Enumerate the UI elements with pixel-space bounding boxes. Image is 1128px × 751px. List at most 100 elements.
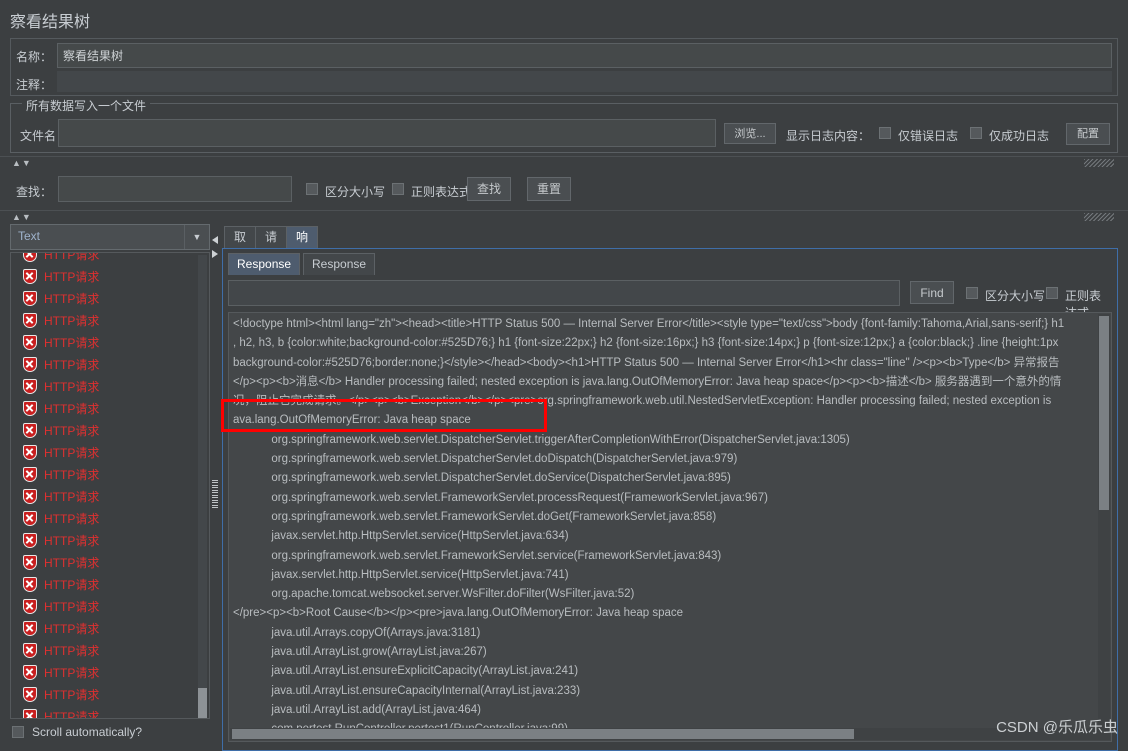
tree-item-http-request[interactable]: HTTP请求 xyxy=(11,398,199,420)
tree-item-http-request[interactable]: HTTP请求 xyxy=(11,618,199,640)
error-shield-icon xyxy=(23,577,37,592)
tree-item-http-request[interactable]: HTTP请求 xyxy=(11,596,199,618)
tree-item-http-request[interactable]: HTTP请求 xyxy=(11,574,199,596)
tab-3[interactable]: 响应数据 xyxy=(286,226,319,307)
split-grip-icon[interactable] xyxy=(212,480,218,510)
tab-1[interactable]: 取样器结果 xyxy=(224,226,257,328)
tree-item-http-request[interactable]: HTTP请求 xyxy=(11,332,199,354)
response-body-text: <!doctype html><html lang="zh"><head><ti… xyxy=(233,318,1065,735)
tree-item-label: HTTP请求 xyxy=(44,252,100,262)
error-shield-icon xyxy=(23,335,37,350)
find-button[interactable]: 查找 xyxy=(467,177,511,201)
error-shield-icon xyxy=(23,621,37,636)
tree-item-http-request[interactable]: HTTP请求 xyxy=(11,354,199,376)
chevron-down-icon[interactable]: ▼ xyxy=(184,225,209,249)
comment-label: 注释： xyxy=(16,78,53,92)
collapse-strip-mid[interactable]: ▲▼ xyxy=(0,210,1128,224)
tree-item-http-request[interactable]: HTTP请求 xyxy=(11,376,199,398)
watermark: CSDN @乐瓜乐虫 xyxy=(996,719,1118,736)
response-case-sensitive-checkbox[interactable] xyxy=(966,287,978,299)
tab-2[interactable]: 请求 xyxy=(255,226,288,265)
tree-item-label: HTTP请求 xyxy=(44,490,100,504)
tree-item-label: HTTP请求 xyxy=(44,270,100,284)
tree-item-label: HTTP请求 xyxy=(44,336,100,350)
configure-button[interactable]: 配置 xyxy=(1066,123,1110,145)
comment-input[interactable] xyxy=(57,71,1112,92)
response-find-input[interactable] xyxy=(228,280,900,306)
split-divider[interactable] xyxy=(211,232,220,751)
filename-input[interactable] xyxy=(58,119,716,147)
renderer-select[interactable]: Text ▼ xyxy=(10,224,210,250)
tree-item-http-request[interactable]: HTTP请求 xyxy=(11,552,199,574)
reset-button[interactable]: 重置 xyxy=(527,177,571,201)
split-collapse-right-icon[interactable] xyxy=(212,250,218,258)
error-shield-icon xyxy=(23,533,37,548)
scroll-automatically-checkbox[interactable] xyxy=(12,726,24,738)
error-shield-icon xyxy=(23,379,37,394)
tree-item-http-request[interactable]: HTTP请求 xyxy=(11,442,199,464)
tree-item-http-request[interactable]: HTTP请求 xyxy=(11,464,199,486)
tree-item-label: HTTP请求 xyxy=(44,666,100,680)
results-tree-scrollbar-thumb[interactable] xyxy=(198,688,207,718)
collapse-arrows-icon[interactable]: ▲▼ xyxy=(12,157,32,170)
response-body-hscrollbar-thumb[interactable] xyxy=(232,729,854,739)
error-shield-icon xyxy=(23,423,37,438)
scroll-automatically-label: Scroll automatically? xyxy=(32,725,143,739)
tree-item-label: HTTP请求 xyxy=(44,468,100,482)
tree-item-http-request[interactable]: HTTP请求 xyxy=(11,486,199,508)
subtab-2[interactable]: Response headers xyxy=(303,253,376,292)
response-body-view[interactable]: <!doctype html><html lang="zh"><head><ti… xyxy=(228,312,1112,742)
tree-item-label: HTTP请求 xyxy=(44,600,100,614)
error-shield-icon xyxy=(23,665,37,680)
error-shield-icon xyxy=(23,489,37,504)
response-regex-checkbox[interactable] xyxy=(1046,287,1058,299)
results-tree[interactable]: HTTP请求 HTTP请求 HTTP请求 HTTP请求 HTTP请求 HTTP请求 HTTP… xyxy=(10,252,210,719)
search-input[interactable] xyxy=(58,176,292,202)
tree-item-label: HTTP请求 xyxy=(44,710,100,719)
collapse-arrows-icon-2[interactable]: ▲▼ xyxy=(12,211,32,224)
tree-item-http-request[interactable]: HTTP请求 xyxy=(11,706,199,719)
tree-item-http-request[interactable]: HTTP请求 xyxy=(11,530,199,552)
error-shield-icon xyxy=(23,643,37,658)
error-shield-icon xyxy=(23,511,37,526)
response-find-button[interactable]: Find xyxy=(910,281,954,304)
resize-grip-icon-2[interactable] xyxy=(1084,213,1114,221)
resize-grip-icon[interactable] xyxy=(1084,159,1114,167)
browse-button[interactable]: 浏览... xyxy=(724,123,776,144)
response-body-vscrollbar-thumb[interactable] xyxy=(1099,316,1109,510)
tree-item-http-request[interactable]: HTTP请求 xyxy=(11,684,199,706)
subtab-1[interactable]: Response Body xyxy=(228,253,301,292)
tree-item-http-request[interactable]: HTTP请求 xyxy=(11,662,199,684)
tree-item-http-request[interactable]: HTTP请求 xyxy=(11,640,199,662)
tree-item-http-request[interactable]: HTTP请求 xyxy=(11,420,199,442)
tree-item-label: HTTP请求 xyxy=(44,622,100,636)
error-shield-icon xyxy=(23,445,37,460)
tree-item-http-request[interactable]: HTTP请求 xyxy=(11,288,199,310)
split-collapse-left-icon[interactable] xyxy=(212,236,218,244)
search-regex-label: 正则表达式 xyxy=(411,185,472,199)
errors-only-checkbox[interactable] xyxy=(879,127,891,139)
response-case-sensitive-label: 区分大小写 xyxy=(985,289,1046,303)
search-toolbar: 查找： 区分大小写 正则表达式 查找 重置 xyxy=(0,170,1128,210)
name-input[interactable]: 察看结果树 xyxy=(57,43,1112,68)
search-regex-checkbox[interactable] xyxy=(392,183,404,195)
log-content-label: 显示日志内容： xyxy=(786,129,871,143)
tree-item-http-request[interactable]: HTTP请求 xyxy=(11,266,199,288)
collapse-strip-top[interactable]: ▲▼ xyxy=(0,156,1128,170)
write-all-data-group-title: 所有数据写入一个文件 xyxy=(22,97,151,114)
results-tree-scrollbar-track[interactable] xyxy=(198,255,207,716)
tree-item-http-request[interactable]: HTTP请求 xyxy=(11,252,199,266)
tree-item-label: HTTP请求 xyxy=(44,446,100,460)
name-label: 名称： xyxy=(16,50,53,64)
tree-item-label: HTTP请求 xyxy=(44,644,100,658)
tree-item-label: HTTP请求 xyxy=(44,358,100,372)
tree-item-http-request[interactable]: HTTP请求 xyxy=(11,310,199,332)
filename-label: 文件名 xyxy=(20,129,57,143)
scroll-automatically-row[interactable]: Scroll automatically? xyxy=(12,725,142,739)
search-case-sensitive-checkbox[interactable] xyxy=(306,183,318,195)
error-shield-icon xyxy=(23,291,37,306)
tree-item-label: HTTP请求 xyxy=(44,556,100,570)
tree-item-http-request[interactable]: HTTP请求 xyxy=(11,508,199,530)
success-only-checkbox[interactable] xyxy=(970,127,982,139)
error-shield-icon xyxy=(23,599,37,614)
